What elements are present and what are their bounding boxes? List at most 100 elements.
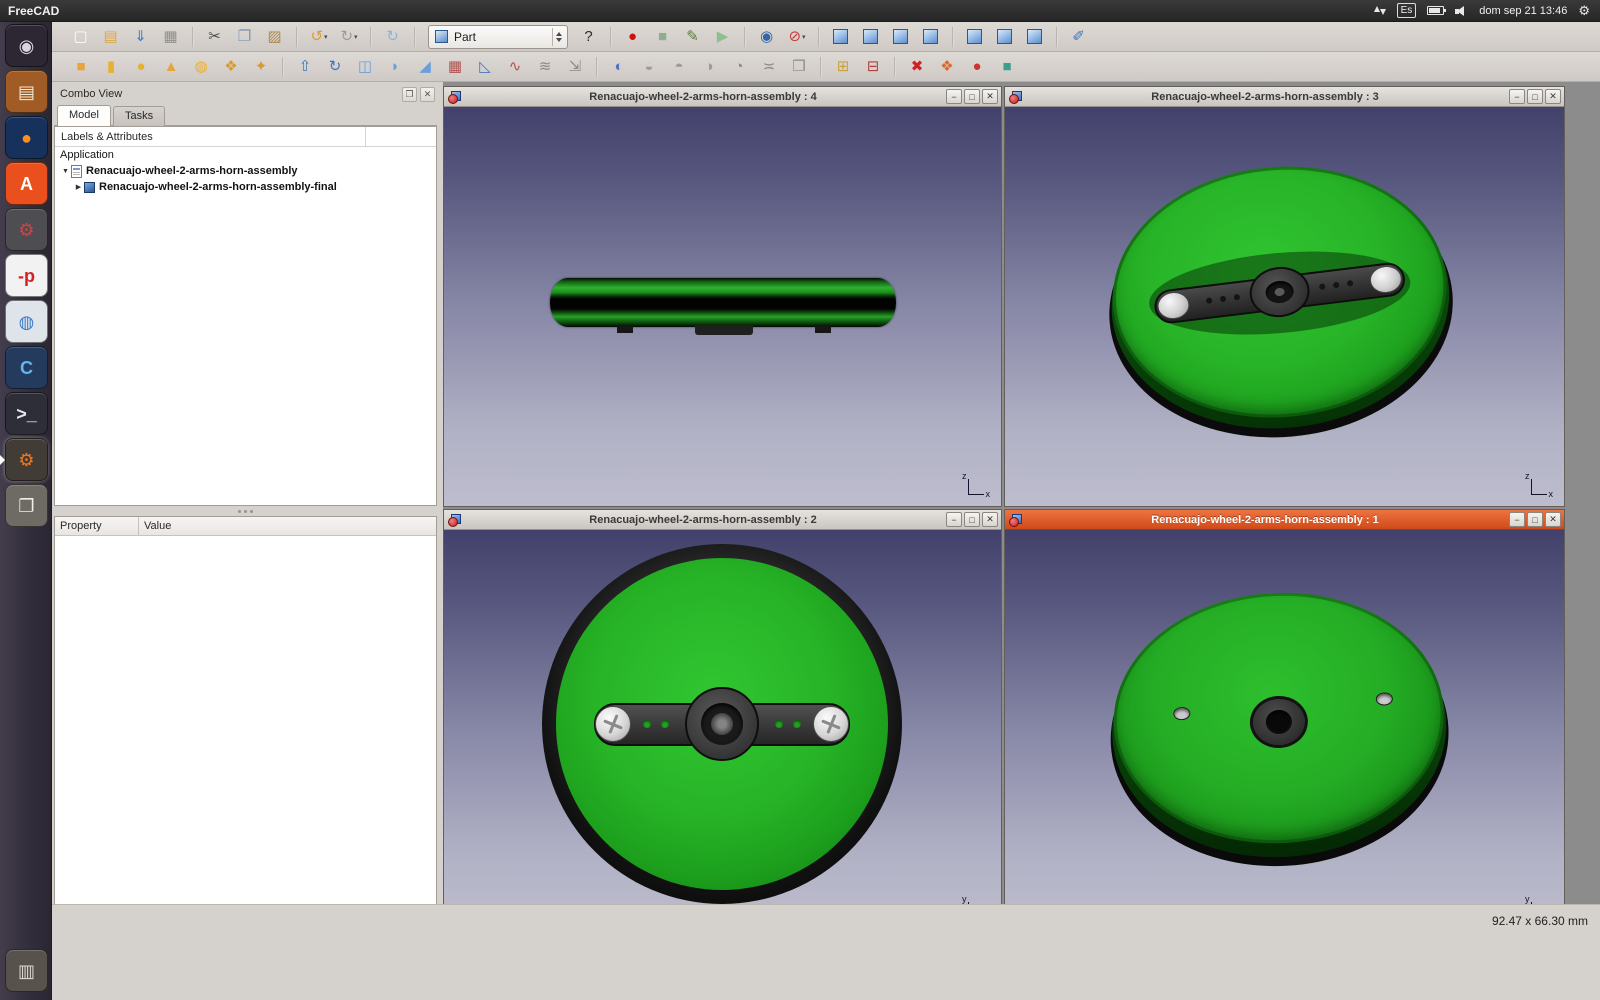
part-shapebuilder-icon[interactable]: ✦	[248, 55, 274, 79]
battery-icon[interactable]	[1427, 6, 1444, 15]
part-loft-icon[interactable]: ≋	[532, 55, 558, 79]
view-top-icon[interactable]	[888, 25, 914, 49]
part-sweep-icon[interactable]: ∿	[502, 55, 528, 79]
toolbar-separator[interactable]	[744, 27, 746, 47]
sync-indicator-icon[interactable]	[1374, 4, 1386, 17]
toolbar-separator[interactable]	[296, 27, 298, 47]
part-cut-icon[interactable]: ◒	[636, 55, 662, 79]
redo-icon[interactable]: ↻ ▾	[336, 25, 362, 49]
macro-edit-icon[interactable]: ✎	[680, 25, 706, 49]
part-defeaturing-icon[interactable]: ❖	[934, 55, 960, 79]
print-icon[interactable]: ▦	[158, 25, 184, 49]
view-bottom-icon[interactable]	[992, 25, 1018, 49]
3d-viewport-isometric-view[interactable]: z x	[1005, 107, 1564, 506]
macro-record-icon[interactable]: ●	[620, 25, 646, 49]
draw-style-icon[interactable]: ⊘ ▾	[784, 25, 810, 49]
view-rear-icon[interactable]	[962, 25, 988, 49]
launcher-files[interactable]: ▤	[5, 70, 48, 113]
toolbar-separator[interactable]	[414, 27, 416, 47]
copy-icon[interactable]: ❐	[232, 25, 258, 49]
part-intersection-icon[interactable]: ◑	[696, 55, 722, 79]
launcher-firefox[interactable]: ●	[5, 116, 48, 159]
expander-closed-icon[interactable]: ▶	[73, 183, 84, 191]
toolbar-separator[interactable]	[610, 27, 612, 47]
minimize-icon[interactable]: −	[1509, 512, 1525, 527]
launcher-system-settings[interactable]: ⚙	[5, 208, 48, 251]
close-icon[interactable]: ✕	[1545, 89, 1561, 104]
part-checkgeometry-icon[interactable]: ✖	[904, 55, 930, 79]
keyboard-layout-indicator[interactable]: Es	[1397, 3, 1417, 18]
part-cone-icon[interactable]: ▲	[158, 55, 184, 79]
part-sphere-icon[interactable]: ●	[128, 55, 154, 79]
part-revolve-icon[interactable]: ↻	[322, 55, 348, 79]
workbench-selector[interactable]: Part	[428, 25, 568, 49]
part-torus-icon[interactable]: ◍	[188, 55, 214, 79]
paste-icon[interactable]: ▨	[262, 25, 288, 49]
part-converttosolid-icon[interactable]: ■	[994, 55, 1020, 79]
undo-icon[interactable]: ↺ ▾	[306, 25, 332, 49]
tree-item-assembly[interactable]: ▼ Renacuajo-wheel-2-arms-horn-assembly	[55, 163, 436, 179]
part-split-icon[interactable]: ⊟	[860, 55, 886, 79]
minimize-icon[interactable]: −	[1509, 89, 1525, 104]
launcher-dash[interactable]: ◉	[5, 24, 48, 67]
minimize-icon[interactable]: −	[946, 89, 962, 104]
launcher-app-c[interactable]: C	[5, 346, 48, 389]
3d-viewport-isometric-back-view[interactable]: y x	[1005, 530, 1564, 929]
new-file-icon[interactable]: ▢	[68, 25, 94, 49]
tab-model[interactable]: Model	[57, 105, 111, 126]
toolbar-separator[interactable]	[894, 57, 896, 77]
part-mirror-icon[interactable]: ◫	[352, 55, 378, 79]
maximize-icon[interactable]: □	[1527, 89, 1543, 104]
macro-stop-icon[interactable]: ■	[650, 25, 676, 49]
view-front-icon[interactable]	[858, 25, 884, 49]
part-fillet-icon[interactable]: ◗	[382, 55, 408, 79]
toolbar-separator[interactable]	[1056, 27, 1058, 47]
close-icon[interactable]: ✕	[982, 89, 998, 104]
launcher-software-center[interactable]: A	[5, 162, 48, 205]
toolbar-separator[interactable]	[282, 57, 284, 77]
refresh-icon[interactable]: ↻	[380, 25, 406, 49]
part-primitives-icon[interactable]: ❖	[218, 55, 244, 79]
view-axonometric-icon[interactable]	[828, 25, 854, 49]
expander-open-icon[interactable]: ▼	[60, 168, 71, 175]
whatsthis-icon[interactable]: ?	[576, 25, 602, 49]
part-crosssections-icon[interactable]: ≍	[756, 55, 782, 79]
tree-item-assembly-final[interactable]: ▶ Renacuajo-wheel-2-arms-horn-assembly-f…	[55, 179, 436, 195]
zoom-fit-icon[interactable]: ◉	[754, 25, 780, 49]
view-left-icon[interactable]	[1022, 25, 1048, 49]
mdi-titlebar[interactable]: Renacuajo-wheel-2-arms-horn-assembly : 3…	[1005, 87, 1564, 107]
launcher-app-blue[interactable]: ◍	[5, 300, 48, 343]
part-refineshape-icon[interactable]: ●	[964, 55, 990, 79]
session-gear-icon[interactable]: ⚙	[1578, 4, 1590, 17]
part-section-icon[interactable]: ◔	[726, 55, 752, 79]
maximize-icon[interactable]: □	[1527, 512, 1543, 527]
measure-distance-icon[interactable]: ✐	[1066, 25, 1092, 49]
part-compound-icon[interactable]: ❒	[786, 55, 812, 79]
toolbar-separator[interactable]	[952, 27, 954, 47]
launcher-freecad[interactable]: ⚙	[5, 438, 48, 481]
3d-viewport-front-view[interactable]: y x	[444, 530, 1001, 929]
panel-float-icon[interactable]: ❐	[402, 87, 417, 102]
part-ruledsurface-icon[interactable]: ◺	[472, 55, 498, 79]
part-extrude-icon[interactable]: ⇧	[292, 55, 318, 79]
part-cylinder-icon[interactable]: ▮	[98, 55, 124, 79]
3d-viewport-side-view[interactable]: z x	[444, 107, 1001, 506]
toolbar-separator[interactable]	[596, 57, 598, 77]
volume-icon[interactable]	[1455, 5, 1468, 17]
part-box-icon[interactable]: ■	[68, 55, 94, 79]
close-icon[interactable]: ✕	[982, 512, 998, 527]
part-makeface-icon[interactable]: ▦	[442, 55, 468, 79]
part-offset-icon[interactable]: ⇲	[562, 55, 588, 79]
maximize-icon[interactable]: □	[964, 512, 980, 527]
mdi-titlebar[interactable]: Renacuajo-wheel-2-arms-horn-assembly : 2…	[444, 510, 1001, 530]
close-icon[interactable]: ✕	[1545, 512, 1561, 527]
minimize-icon[interactable]: −	[946, 512, 962, 527]
mdi-titlebar[interactable]: Renacuajo-wheel-2-arms-horn-assembly : 4…	[444, 87, 1001, 107]
part-connect-icon[interactable]: ⊞	[830, 55, 856, 79]
launcher-terminal[interactable]: >_	[5, 392, 48, 435]
tab-tasks[interactable]: Tasks	[113, 106, 165, 126]
launcher-trash[interactable]: ▥	[5, 949, 48, 992]
open-file-icon[interactable]: ▤	[98, 25, 124, 49]
toolbar-separator[interactable]	[818, 27, 820, 47]
clock[interactable]: dom sep 21 13:46	[1479, 5, 1567, 17]
